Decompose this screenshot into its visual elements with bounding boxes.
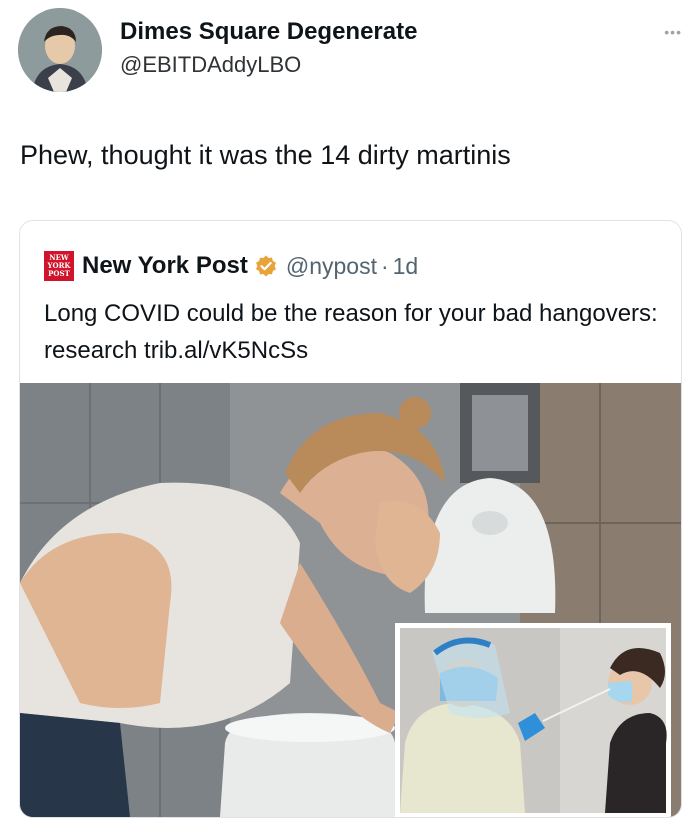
quoted-handle[interactable]: @nypost xyxy=(286,253,377,280)
quoted-tweet[interactable]: NEW YORK POST New York Post @nypost · 1d… xyxy=(19,220,682,818)
quoted-header: NEW YORK POST New York Post @nypost · 1d xyxy=(44,251,418,281)
logo-line: POST xyxy=(48,269,70,278)
quoted-display-name[interactable]: New York Post xyxy=(82,252,248,280)
display-name[interactable]: Dimes Square Degenerate xyxy=(120,18,417,46)
quoted-text: Long COVID could be the reason for your … xyxy=(44,300,658,364)
meta-separator: · xyxy=(380,252,389,279)
avatar[interactable] xyxy=(18,8,102,92)
more-dots-icon[interactable]: ••• xyxy=(664,24,682,40)
quoted-timestamp[interactable]: 1d xyxy=(393,253,419,280)
user-handle[interactable]: @EBITDAddyLBO xyxy=(120,52,301,78)
tweet-text: Phew, thought it was the 14 dirty martin… xyxy=(20,140,511,170)
nypost-logo[interactable]: NEW YORK POST xyxy=(44,251,74,281)
verified-badge-icon xyxy=(255,255,276,277)
article-photo[interactable] xyxy=(20,383,681,817)
